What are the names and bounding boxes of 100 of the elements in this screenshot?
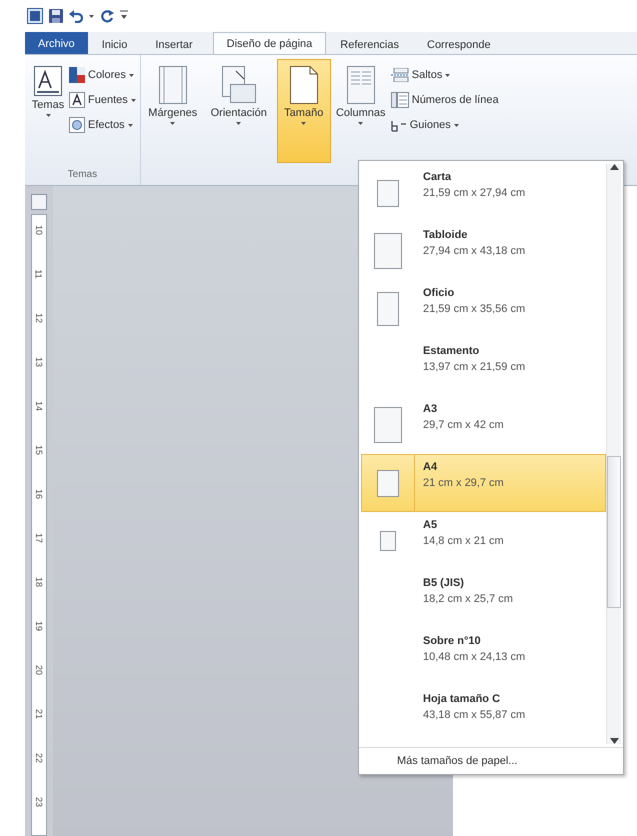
menu-item[interactable]: A5 14,8 cm x 21 cm <box>361 512 606 570</box>
ribbon-tab[interactable]: Diseño de página <box>212 32 326 54</box>
paper-name: A5 <box>423 519 438 531</box>
paper-name: Sobre n°10 <box>423 635 482 647</box>
page-icon <box>377 292 399 326</box>
caret-icon <box>236 122 242 125</box>
paper-size: 10,48 cm x 24,13 cm <box>423 651 526 663</box>
effects-icon <box>69 117 85 133</box>
page-icon <box>380 531 396 551</box>
paper-name: Oficio <box>423 287 456 299</box>
ribbon-button[interactable]: Orientación <box>202 59 275 163</box>
ruler-number: 14 <box>33 401 45 411</box>
caret-icon <box>454 124 459 126</box>
ribbon-button[interactable]: Efectos <box>69 115 136 135</box>
group-label: Temas <box>66 169 98 182</box>
caret-icon <box>301 122 306 125</box>
ribbon-button[interactable]: Números de línea <box>390 90 499 110</box>
caret-icon <box>46 114 50 117</box>
scroll-thumb[interactable] <box>607 456 621 608</box>
ruler-number: 21 <box>33 709 45 719</box>
paper-size: 18,2 cm x 25,7 cm <box>423 593 513 605</box>
save-icon[interactable] <box>49 9 63 23</box>
page-size-icon <box>290 66 318 104</box>
file-tab[interactable]: Archivo <box>25 32 88 54</box>
paper-size: 21,59 cm x 27,94 cm <box>423 187 526 199</box>
ruler-number: 10 <box>33 225 45 235</box>
ruler-number: 23 <box>33 797 45 807</box>
caret-icon <box>128 124 133 126</box>
paper-name: Carta <box>423 171 452 183</box>
page-icon <box>377 470 399 496</box>
ruler-number: 22 <box>33 753 45 763</box>
ribbon-tab[interactable]: Insertar <box>141 34 207 54</box>
ruler-number: 18 <box>33 577 45 587</box>
menu-item[interactable]: Estamento 13,97 cm x 21,59 cm <box>361 338 606 396</box>
menu-item[interactable]: A4 21 cm x 29,7 cm <box>361 454 606 512</box>
menu-item[interactable]: Tabloide 27,94 cm x 43,18 cm <box>361 222 606 280</box>
ribbon-tab[interactable]: Inicio <box>88 34 142 54</box>
word-logo-icon <box>27 8 43 24</box>
orientation-icon <box>222 66 256 104</box>
margins-icon <box>158 66 187 104</box>
paper-size: 13,97 cm x 21,59 cm <box>423 361 526 373</box>
page-icon <box>374 233 402 269</box>
paper-name: B5 (JIS) <box>423 577 465 589</box>
redo-icon[interactable] <box>100 9 114 23</box>
ribbon-button[interactable]: Saltos <box>390 65 499 85</box>
ruler-number: 19 <box>33 621 45 631</box>
paper-name: Hoja tamaño C <box>423 693 502 705</box>
ruler-number: 20 <box>33 665 45 675</box>
scroll-up-icon[interactable] <box>610 164 618 170</box>
paper-size: 14,8 cm x 21 cm <box>423 535 504 547</box>
ribbon-button[interactable]: Fuentes <box>69 90 136 110</box>
ribbon-button[interactable]: Tamaño <box>276 59 331 163</box>
ribbon-button[interactable]: Columnas <box>332 59 389 163</box>
tab-selector-button[interactable] <box>31 194 47 210</box>
paper-name: A3 <box>423 403 438 415</box>
menu-item[interactable]: B5 (JIS) 18,2 cm x 25,7 cm <box>361 570 606 628</box>
caret-icon <box>358 122 364 125</box>
undo-icon[interactable] <box>69 9 83 23</box>
menu-item[interactable]: Oficio 21,59 cm x 35,56 cm <box>361 280 606 338</box>
caret-icon <box>445 74 450 76</box>
paper-name: A4 <box>423 461 438 473</box>
ruler-number: 15 <box>33 445 45 455</box>
menu-item[interactable]: Carta 21,59 cm x 27,94 cm <box>361 164 606 222</box>
menu-item[interactable]: Sobre n°10 10,48 cm x 24,13 cm <box>361 628 606 686</box>
caret-icon <box>130 98 136 102</box>
ribbon-tab[interactable]: Referencias <box>326 34 413 54</box>
columns-icon <box>346 66 375 104</box>
themes-icon <box>34 66 62 96</box>
more-sizes-menu-item[interactable]: Más tamaños de papel... <box>359 747 623 774</box>
caret-icon <box>170 122 176 125</box>
caret-icon <box>89 14 94 18</box>
menu-item[interactable]: Hoja tamaño C 43,18 cm x 55,87 cm <box>361 686 606 744</box>
paper-size: 43,18 cm x 55,87 cm <box>423 709 526 721</box>
line-numbers-icon <box>390 92 409 108</box>
ruler-number: 13 <box>33 357 45 367</box>
scroll-down-icon[interactable] <box>610 738 618 744</box>
paper-size: 21 cm x 29,7 cm <box>423 477 504 489</box>
scrollbar[interactable] <box>606 164 621 744</box>
font-icon <box>69 92 85 108</box>
caret-icon <box>128 74 134 76</box>
paper-name: Estamento <box>423 345 480 357</box>
ribbon-button[interactable]: Colores <box>69 65 136 85</box>
ruler-number: 16 <box>33 489 45 499</box>
ribbon-button[interactable]: Márgenes <box>144 59 201 163</box>
ruler-number: 12 <box>33 313 45 323</box>
ribbon-button[interactable]: Guiones <box>390 115 499 135</box>
paper-size: 21,59 cm x 35,56 cm <box>423 303 526 315</box>
hyphenation-icon <box>390 118 407 132</box>
ruler-number: 17 <box>33 533 45 543</box>
paper-size: 29,7 cm x 42 cm <box>423 419 504 431</box>
themes-button[interactable]: Temas <box>29 59 67 163</box>
page-icon <box>374 407 402 443</box>
menu-item[interactable]: A3 29,7 cm x 42 cm <box>361 396 606 454</box>
paper-name: Tabloide <box>423 229 468 241</box>
ribbon-tab[interactable]: Corresponde <box>413 34 505 54</box>
ruler-number: 11 <box>33 269 45 279</box>
page-icon <box>377 180 399 206</box>
paper-size: 27,94 cm x 43,18 cm <box>423 245 526 257</box>
page-break-icon <box>390 68 409 82</box>
color-swatch-icon <box>69 67 85 83</box>
